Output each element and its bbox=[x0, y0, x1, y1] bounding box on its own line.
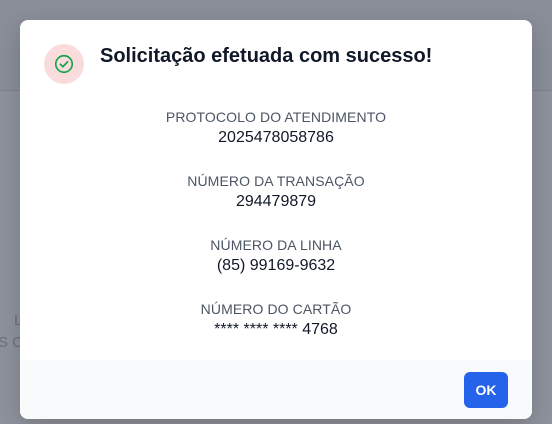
info-label: NÚMERO DA TRANSAÇÃO bbox=[187, 173, 365, 189]
info-item-protocol: PROTOCOLO DO ATENDIMENTO 2025478058786 bbox=[20, 108, 532, 172]
info-item-card: NÚMERO DO CARTÃO **** **** **** 4768 bbox=[20, 300, 532, 364]
info-value: 2025478058786 bbox=[218, 129, 334, 146]
ok-button[interactable]: OK bbox=[464, 372, 508, 408]
info-label: PROTOCOLO DO ATENDIMENTO bbox=[165, 109, 387, 125]
info-value: **** **** **** 4768 bbox=[214, 321, 338, 338]
info-value: (85) 99169-9632 bbox=[216, 257, 336, 274]
info-list: PROTOCOLO DO ATENDIMENTO 2025478058786 N… bbox=[20, 108, 532, 364]
info-item-line: NÚMERO DA LINHA (85) 99169-9632 bbox=[20, 236, 532, 300]
check-circle-icon bbox=[54, 54, 74, 74]
success-icon-badge bbox=[44, 44, 84, 84]
info-value: 294479879 bbox=[235, 193, 317, 210]
info-item-transaction: NÚMERO DA TRANSAÇÃO 294479879 bbox=[20, 172, 532, 236]
info-label: NÚMERO DO CARTÃO bbox=[200, 301, 352, 317]
dialog-header: Solicitação efetuada com sucesso! bbox=[20, 20, 532, 100]
dialog-title: Solicitação efetuada com sucesso! bbox=[100, 45, 433, 67]
success-dialog: Solicitação efetuada com sucesso! PROTOC… bbox=[20, 20, 532, 419]
dialog-footer: OK bbox=[20, 360, 532, 419]
info-label: NÚMERO DA LINHA bbox=[210, 237, 342, 253]
